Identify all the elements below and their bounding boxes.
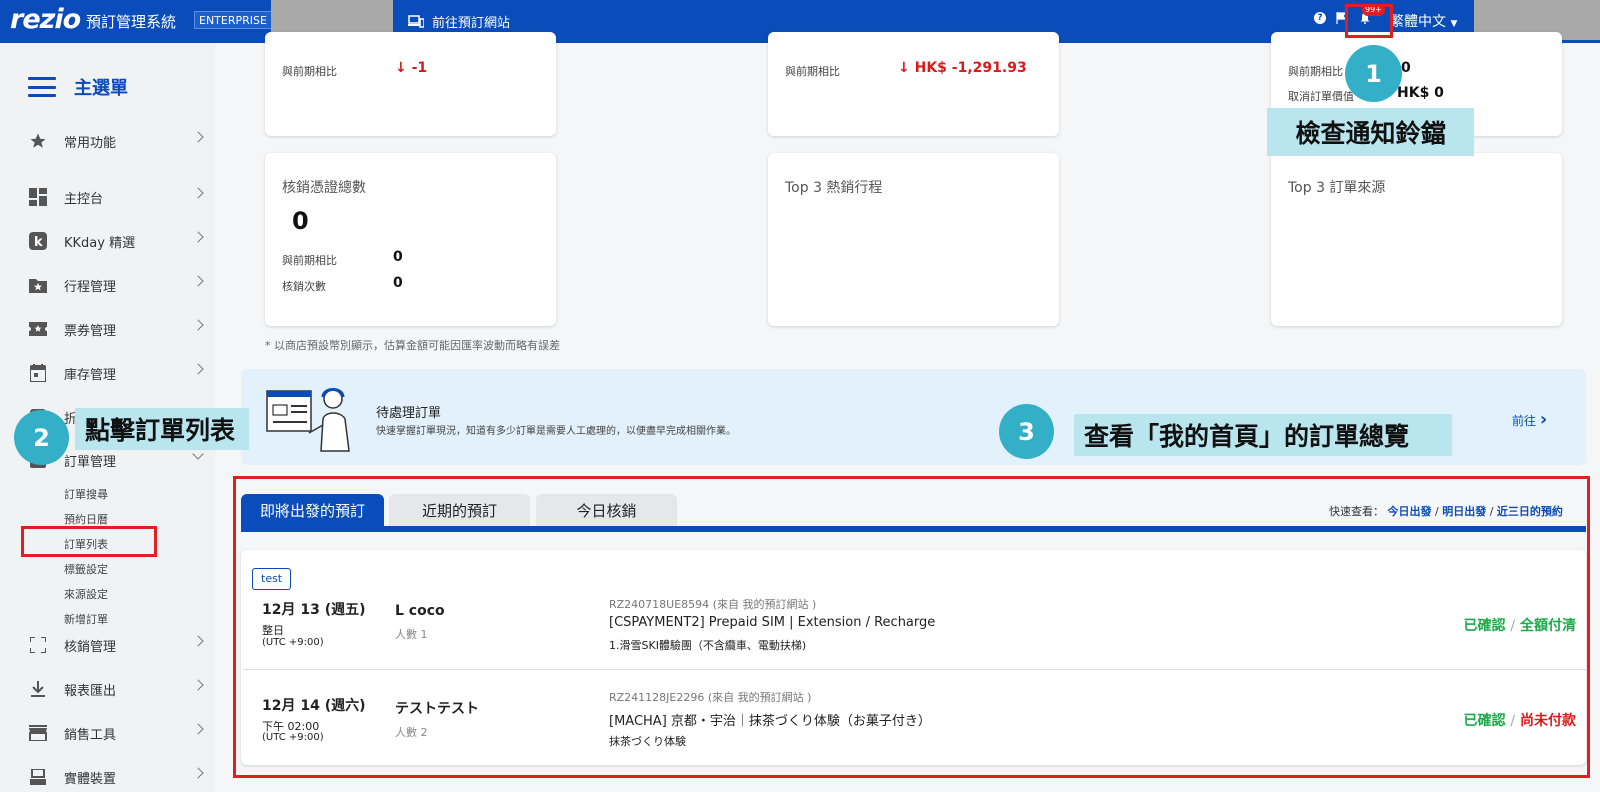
sidebar-sub-new-order[interactable]: 新增訂單 <box>64 611 108 627</box>
compare-value: ↓ HK$ -1,291.93 <box>898 60 1027 76</box>
sidebar-item-label: 主控台 <box>64 191 104 207</box>
help-circle-icon[interactable]: ? <box>1314 12 1326 24</box>
devices-icon <box>408 15 424 28</box>
stat-card-top3-sources: Top 3 訂單來源 <box>1271 153 1562 326</box>
language-selector[interactable]: 繁體中文 ▼ <box>1390 11 1457 31</box>
verify-title: 核銷憑證總數 <box>282 180 366 196</box>
stat-card-revenue: 與前期相比 ↓ HK$ -1,291.93 <box>768 32 1059 136</box>
verify-total: 0 <box>292 207 309 235</box>
compare-label: 與前期相比 <box>282 65 337 78</box>
sidebar-item-label: 庫存管理 <box>64 367 117 383</box>
sidebar-item-kkday[interactable]: k KKday 精選 <box>28 229 204 253</box>
sidebar-item-export[interactable]: 報表匯出 <box>28 677 204 701</box>
go-to-booking-site-link[interactable]: 前往預訂網站 <box>408 12 510 31</box>
sidebar-item-dashboard[interactable]: 主控台 <box>28 185 204 209</box>
compare-value: 0 <box>393 249 403 265</box>
compare-label: 與前期相比 <box>282 254 337 267</box>
svg-text:k: k <box>34 235 43 250</box>
stat-card-verification: 核銷憑證總數 0 與前期相比 0 核銷次數 0 <box>265 153 556 326</box>
compare-value: 0 <box>1401 60 1411 76</box>
sidebar-item-label: 報表匯出 <box>64 683 117 699</box>
sidebar-item-label: 核銷管理 <box>64 639 117 655</box>
stat-card-top3-tours: Top 3 熱銷行程 <box>768 153 1059 326</box>
chevron-right-icon: › <box>1539 409 1548 430</box>
calendar-icon <box>28 363 48 383</box>
currency-note: * 以商店預設幣別顯示，估算金額可能因匯率波動而略有誤差 <box>265 339 560 352</box>
sidebar-sub-booking-calendar[interactable]: 預約日曆 <box>64 511 108 527</box>
compare-label: 與前期相比 <box>785 65 840 78</box>
sidebar-item-label: KKday 精選 <box>64 235 136 251</box>
compare-value: ↓ -1 <box>395 60 428 76</box>
top3-sources-title: Top 3 訂單來源 <box>1288 180 1386 196</box>
highlight-bell <box>1345 4 1393 38</box>
pending-orders-desc: 快速掌握訂單現況，知道有多少訂單是需要人工處理的，以便盡早完成相關作業。 <box>376 426 736 437</box>
sidebar-item-label: 票券管理 <box>64 323 117 339</box>
sidebar-sub-order-search[interactable]: 訂單搜尋 <box>64 486 108 502</box>
caret-down-icon: ▼ <box>1450 19 1458 29</box>
main-menu-title: 主選單 <box>74 78 128 99</box>
edition-badge: ENTERPRISE <box>194 11 272 29</box>
go-link-label: 前往 <box>1512 414 1537 428</box>
arrow-down-icon: ↓ <box>898 60 910 76</box>
callout-3-text: 查看「我的首頁」的訂單總覽 <box>1074 414 1452 456</box>
rezio-logo[interactable]: rezio <box>10 4 81 35</box>
callout-2-number: 2 <box>14 410 69 465</box>
download-icon <box>28 679 48 699</box>
compare-label: 與前期相比 <box>1288 65 1343 78</box>
sidebar-item-label: 實體裝置 <box>64 771 117 787</box>
cancel-value-label: 取消訂單價值 <box>1288 90 1354 103</box>
go-link[interactable]: 前往 › <box>1512 409 1547 430</box>
sidebar-sub-tag-settings[interactable]: 標籤設定 <box>64 561 108 577</box>
verify-count-label: 核銷次數 <box>282 280 326 293</box>
hamburger-icon[interactable] <box>28 77 56 97</box>
sidebar-item-label: 常用功能 <box>64 135 117 151</box>
sidebar-item-sales-tools[interactable]: 銷售工具 <box>28 721 204 745</box>
ticket-icon <box>28 319 48 339</box>
stat-card-orders: 與前期相比 ↓ -1 <box>265 32 556 136</box>
language-label: 繁體中文 <box>1390 14 1446 30</box>
callout-3-number: 3 <box>999 404 1054 459</box>
callout-1-number: 1 <box>1345 45 1402 102</box>
callout-2-text: 點擊訂單列表 <box>75 408 249 450</box>
top3-tours-title: Top 3 熱銷行程 <box>785 180 883 196</box>
customer-service-illustration <box>266 388 350 452</box>
callout-1-text: 檢查通知鈴鐺 <box>1267 108 1474 156</box>
dashboard-icon <box>28 187 48 207</box>
verify-count: 0 <box>393 275 403 291</box>
kkday-icon: k <box>28 231 48 251</box>
sidebar-item-devices[interactable]: 實體裝置 <box>28 765 204 789</box>
sidebar-item-label: 銷售工具 <box>64 727 117 743</box>
main-menu-header[interactable]: 主選單 <box>28 74 128 100</box>
highlight-order-list <box>21 526 157 557</box>
cancel-value: HK$ 0 <box>1397 85 1444 101</box>
sidebar-item-verification[interactable]: 核銷管理 <box>28 633 204 657</box>
device-icon <box>28 767 48 787</box>
star-icon <box>28 131 48 151</box>
arrow-down-icon: ↓ <box>395 60 407 76</box>
highlight-order-overview <box>233 476 1590 778</box>
sidebar-item-tours[interactable]: 行程管理 <box>28 273 204 297</box>
go-site-label: 前往預訂網站 <box>432 16 511 31</box>
sidebar-sub-source-settings[interactable]: 來源設定 <box>64 586 108 602</box>
system-name: 預訂管理系統 <box>86 13 177 31</box>
folder-star-icon <box>28 275 48 295</box>
sidebar-item-tickets[interactable]: 票券管理 <box>28 317 204 341</box>
scan-icon <box>28 635 48 655</box>
store-icon <box>28 723 48 743</box>
sidebar-item-label: 訂單管理 <box>64 454 117 470</box>
sidebar-item-label: 行程管理 <box>64 279 117 295</box>
sidebar-item-favorites[interactable]: 常用功能 <box>28 129 204 153</box>
pending-orders-title: 待處理訂單 <box>376 406 442 421</box>
sidebar-item-inventory[interactable]: 庫存管理 <box>28 361 204 385</box>
